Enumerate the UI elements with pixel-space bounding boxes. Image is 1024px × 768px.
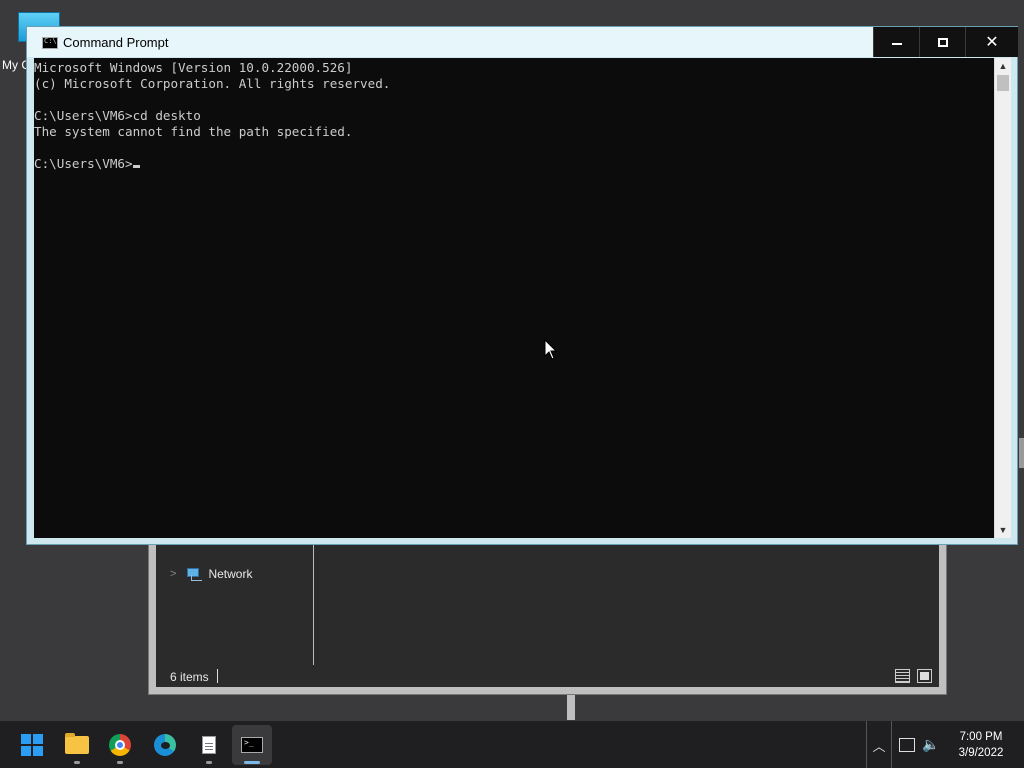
minimize-icon bbox=[891, 43, 902, 45]
network-tray-icon[interactable] bbox=[899, 738, 915, 752]
start-button[interactable] bbox=[12, 725, 52, 765]
text-cursor bbox=[132, 165, 140, 168]
title-bar[interactable]: Command Prompt ✕ bbox=[27, 27, 1018, 57]
console-line: C:\Users\VM6>cd deskto bbox=[34, 108, 201, 123]
running-indicator bbox=[117, 761, 123, 764]
command-prompt-window[interactable]: Command Prompt ✕ Microsoft Windows [Vers… bbox=[26, 26, 1018, 545]
pane-divider[interactable] bbox=[313, 545, 314, 665]
console-line: Microsoft Windows [Version 10.0.22000.52… bbox=[34, 60, 353, 75]
taskbar: ︿ 🔈 7:00 PM 3/9/2022 bbox=[0, 720, 1024, 768]
close-button[interactable]: ✕ bbox=[965, 27, 1018, 57]
console-prompt-line[interactable]: C:\Users\VM6> bbox=[34, 156, 994, 172]
running-indicator bbox=[74, 761, 80, 764]
minimize-button[interactable] bbox=[873, 27, 919, 57]
edge-icon bbox=[154, 734, 176, 756]
taskbar-chrome[interactable] bbox=[100, 725, 140, 765]
scroll-up-arrow-icon[interactable]: ▲ bbox=[995, 58, 1011, 74]
console-line: (c) Microsoft Corporation. All rights re… bbox=[34, 76, 391, 91]
system-clock[interactable]: 7:00 PM 3/9/2022 bbox=[944, 729, 1018, 761]
details-view-button[interactable] bbox=[895, 669, 910, 683]
large-icons-view-button[interactable] bbox=[917, 669, 932, 683]
chevron-up-icon: ︿ bbox=[872, 738, 886, 754]
clock-time: 7:00 PM bbox=[959, 731, 1003, 743]
file-explorer-window[interactable]: > Network 6 items bbox=[148, 520, 947, 695]
active-indicator bbox=[244, 761, 260, 764]
sidebar-item-network[interactable]: > Network bbox=[170, 567, 252, 581]
taskbar-edge[interactable] bbox=[145, 725, 185, 765]
explorer-content: > Network 6 items bbox=[156, 521, 939, 687]
maximize-icon bbox=[937, 37, 948, 47]
taskbar-notepad[interactable] bbox=[189, 725, 229, 765]
scrollbar-thumb[interactable] bbox=[997, 75, 1009, 91]
sidebar-item-label: Network bbox=[208, 567, 253, 581]
windows-start-icon bbox=[21, 734, 43, 756]
console-line: The system cannot find the path specifie… bbox=[34, 124, 353, 139]
chevron-right-icon[interactable]: > bbox=[170, 568, 176, 580]
running-indicator bbox=[206, 761, 212, 764]
cmd-app-icon[interactable] bbox=[42, 37, 58, 49]
console-output[interactable]: Microsoft Windows [Version 10.0.22000.52… bbox=[34, 58, 994, 538]
taskbar-file-explorer[interactable] bbox=[57, 725, 97, 765]
cmd-icon bbox=[241, 737, 263, 753]
vertical-scrollbar[interactable]: ▲ ▼ bbox=[994, 58, 1011, 538]
folder-icon bbox=[65, 733, 89, 754]
status-bar-item-count: 6 items bbox=[170, 670, 209, 684]
background-scrollbar-fragment bbox=[1019, 438, 1024, 468]
taskbar-command-prompt[interactable] bbox=[232, 725, 272, 765]
maximize-button[interactable] bbox=[919, 27, 965, 57]
network-icon bbox=[186, 567, 203, 581]
window-title: Command Prompt bbox=[63, 35, 169, 50]
close-icon: ✕ bbox=[985, 34, 999, 51]
clock-date: 3/9/2022 bbox=[958, 747, 1004, 759]
window-edge-fragment bbox=[567, 695, 575, 720]
show-hidden-icons-button[interactable]: ︿ bbox=[866, 721, 892, 768]
status-separator bbox=[217, 669, 218, 683]
volume-icon[interactable]: 🔈 bbox=[922, 736, 939, 753]
chrome-icon bbox=[109, 734, 131, 756]
prompt-text: C:\Users\VM6> bbox=[34, 156, 133, 171]
scroll-down-arrow-icon[interactable]: ▼ bbox=[995, 522, 1011, 538]
notepad-icon bbox=[202, 736, 216, 754]
